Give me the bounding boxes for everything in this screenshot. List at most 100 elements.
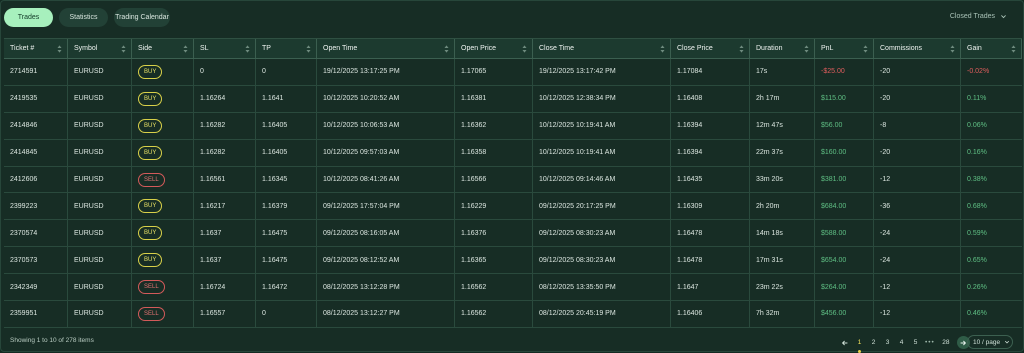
table-row[interactable]: 2414846 EURUSD BUY 1.16282 1.16405 10/12/2025… bbox=[4, 112, 1022, 140]
page-size-select[interactable]: 10 / page bbox=[967, 335, 1013, 349]
close-price-cell-value: 1.1647 bbox=[677, 283, 699, 291]
commissions-cell-value: -12 bbox=[880, 176, 891, 183]
pnl-cell-value: $115.00 bbox=[821, 95, 846, 103]
page-4[interactable]: 4 bbox=[897, 339, 906, 346]
side-cell: SELL bbox=[132, 301, 194, 327]
gain-cell: 0.65% bbox=[961, 247, 1022, 273]
tab-statistics[interactable]: Statistics bbox=[59, 8, 108, 27]
side-cell: BUY bbox=[132, 59, 194, 85]
pnl-cell-value: -$25.00 bbox=[821, 68, 845, 76]
column-header[interactable]: Close Time bbox=[533, 39, 671, 58]
open-time-cell-value: 10/12/2025 08:41:26 AM bbox=[323, 176, 400, 183]
sort-icon[interactable] bbox=[739, 44, 744, 53]
chevron-down-icon bbox=[1001, 15, 1006, 19]
page-3[interactable]: 3 bbox=[883, 339, 892, 346]
close-price-cell: 1.16408 bbox=[671, 85, 750, 112]
page-28[interactable]: 28 bbox=[940, 339, 952, 346]
column-header-label: Symbol bbox=[74, 45, 98, 52]
column-header[interactable]: Ticket # bbox=[4, 39, 68, 58]
table-row[interactable]: 2412606 EURUSD SELL 1.16561 1.16345 10/12/202… bbox=[4, 166, 1022, 194]
column-header[interactable]: Open Price bbox=[455, 39, 533, 58]
column-header-label: Close Price bbox=[677, 45, 713, 52]
column-header[interactable]: TP bbox=[256, 39, 317, 58]
sort-icon[interactable] bbox=[950, 44, 955, 53]
tp-cell-value: 1.16472 bbox=[262, 283, 288, 291]
ticket-cell-value: 2399223 bbox=[10, 202, 38, 210]
pnl-cell-value: $160.00 bbox=[821, 149, 847, 157]
open-time-cell: 10/12/2025 08:41:26 AM bbox=[317, 166, 455, 193]
page-2[interactable]: 2 bbox=[869, 339, 878, 346]
sort-icon[interactable] bbox=[660, 44, 665, 53]
close-time-cell: 10/12/2025 10:19:41 AM bbox=[533, 139, 671, 166]
column-header-label: Open Price bbox=[461, 45, 497, 52]
open-time-cell: 09/12/2025 17:57:04 PM bbox=[317, 193, 455, 220]
sort-icon[interactable] bbox=[863, 44, 868, 53]
trade-status-filter[interactable]: Closed Trades bbox=[950, 13, 1007, 20]
table-row[interactable]: 2414845 EURUSD BUY 1.16282 1.16405 10/12/2025… bbox=[4, 139, 1022, 167]
pagination-ellipsis[interactable]: ••• bbox=[925, 339, 935, 346]
tp-cell-value: 1.16379 bbox=[262, 202, 288, 210]
column-header[interactable]: SL bbox=[194, 39, 256, 58]
tp-cell: 1.16379 bbox=[256, 193, 317, 220]
column-header[interactable]: Side bbox=[132, 39, 194, 58]
close-price-cell-value: 1.16309 bbox=[677, 202, 703, 210]
sort-icon[interactable] bbox=[804, 44, 809, 53]
sort-icon[interactable] bbox=[245, 44, 250, 53]
table-row[interactable]: 2419535 EURUSD BUY 1.16264 1.1641 10/12/2025 … bbox=[4, 85, 1022, 113]
close-time-cell-value: 19/12/2025 13:17:42 PM bbox=[539, 68, 616, 76]
duration-cell: 33m 20s bbox=[750, 166, 815, 193]
sl-cell: 1.16561 bbox=[194, 166, 256, 193]
tab-trades[interactable]: Trades bbox=[4, 8, 53, 27]
sort-icon[interactable] bbox=[57, 44, 62, 53]
sort-icon[interactable] bbox=[306, 44, 311, 53]
table-row[interactable]: 2370574 EURUSD BUY 1.1637 1.16475 09/12/2025 … bbox=[4, 220, 1022, 248]
sort-icon[interactable] bbox=[121, 44, 126, 53]
prev-page-icon[interactable] bbox=[840, 338, 850, 348]
close-time-cell: 10/12/2025 12:38:34 PM bbox=[533, 85, 671, 112]
column-header[interactable]: Gain bbox=[961, 39, 1022, 58]
ticket-cell: 2370574 bbox=[4, 220, 68, 247]
tp-cell-value: 1.1641 bbox=[262, 95, 284, 103]
close-time-cell-value: 10/12/2025 10:19:41 AM bbox=[539, 122, 616, 130]
tp-cell: 1.16475 bbox=[256, 220, 317, 247]
pnl-cell-value: $588.00 bbox=[821, 229, 847, 237]
close-price-cell: 1.16435 bbox=[671, 166, 750, 193]
table-row[interactable]: 2342349 EURUSD SELL 1.16724 1.16472 08/12/202… bbox=[4, 274, 1022, 302]
sort-icon[interactable] bbox=[522, 44, 527, 53]
open-price-cell-value: 1.16358 bbox=[461, 149, 487, 157]
column-header[interactable]: Symbol bbox=[68, 39, 132, 58]
ticket-cell-value: 2414845 bbox=[10, 149, 38, 157]
sort-icon[interactable] bbox=[1011, 44, 1016, 53]
sort-icon[interactable] bbox=[183, 44, 188, 53]
tp-cell-value: 0 bbox=[262, 68, 266, 76]
column-header[interactable]: Commissions bbox=[874, 39, 961, 58]
duration-cell-value: 17m 31s bbox=[756, 256, 783, 264]
close-price-cell-value: 1.16406 bbox=[677, 310, 703, 318]
sort-icon[interactable] bbox=[444, 44, 449, 53]
close-time-cell-value: 08/12/2025 20:45:19 PM bbox=[539, 310, 616, 318]
ticket-cell-value: 2414846 bbox=[10, 122, 38, 130]
pnl-cell-value: $56.00 bbox=[821, 122, 843, 130]
column-header[interactable]: PnL bbox=[815, 39, 874, 58]
column-header[interactable]: Duration bbox=[750, 39, 815, 58]
commissions-cell-value: -24 bbox=[880, 229, 891, 237]
table-row[interactable]: 2359951 EURUSD SELL 1.16557 0 08/12/2025 13:1… bbox=[4, 301, 1022, 328]
column-header[interactable]: Open Time bbox=[317, 39, 455, 58]
duration-cell: 12m 47s bbox=[750, 112, 815, 139]
table-row[interactable]: 2714591 EURUSD BUY 0 0 19/12/2025 13:17:25 PM… bbox=[4, 59, 1022, 86]
open-time-cell-value: 08/12/2025 13:12:27 PM bbox=[323, 310, 400, 318]
tab-trading-calendar[interactable]: Trading Calendar bbox=[114, 8, 170, 27]
ticket-cell-value: 2370573 bbox=[10, 256, 38, 264]
column-header[interactable]: Close Price bbox=[671, 39, 750, 58]
close-time-cell-value: 09/12/2025 08:30:23 AM bbox=[539, 256, 616, 264]
page-1[interactable]: 1 bbox=[855, 339, 864, 353]
table-row[interactable]: 2370573 EURUSD BUY 1.1637 1.16475 09/12/2025 … bbox=[4, 247, 1022, 275]
open-time-cell-value: 08/12/2025 13:12:28 PM bbox=[323, 283, 400, 291]
symbol-cell: EURUSD bbox=[68, 139, 132, 166]
symbol-cell-value: EURUSD bbox=[74, 68, 104, 76]
table-row[interactable]: 2399223 EURUSD BUY 1.16217 1.16379 09/12/2025… bbox=[4, 193, 1022, 221]
commissions-cell-value: -12 bbox=[880, 283, 891, 291]
page-5[interactable]: 5 bbox=[911, 339, 920, 346]
close-time-cell: 09/12/2025 08:30:23 AM bbox=[533, 247, 671, 274]
ticket-cell-value: 2342349 bbox=[10, 283, 38, 291]
